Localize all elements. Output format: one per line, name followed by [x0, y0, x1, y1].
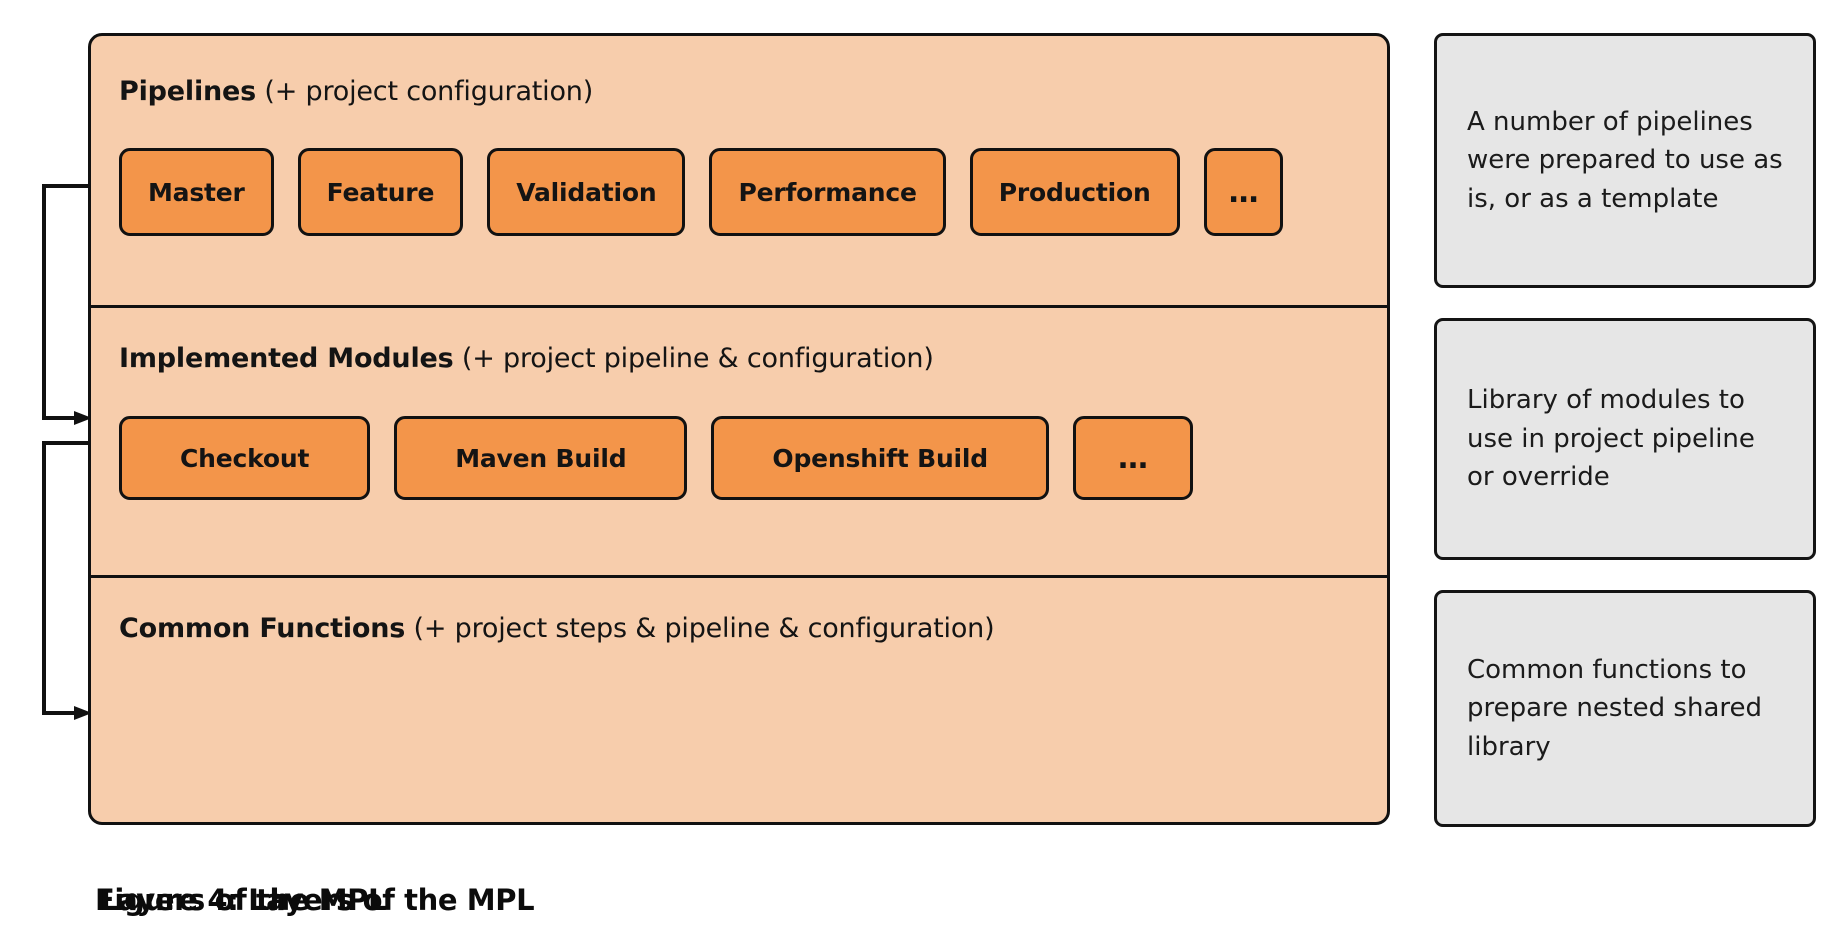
layer-common-subtitle: (+ project steps & pipeline & configurat…	[405, 613, 995, 644]
note-common-text: Common functions to prepare nested share…	[1467, 654, 1762, 762]
modules-chip-row: Checkout Maven Build Openshift Build …	[119, 416, 1193, 500]
layer-common-title: Common Functions	[119, 613, 406, 644]
note-modules: Library of modules to use in project pip…	[1434, 318, 1816, 560]
layer-pipelines: Pipelines (+ project configuration) Mast…	[91, 36, 1387, 305]
chip-validation[interactable]: Validation	[487, 148, 686, 236]
arrow-modules-to-common	[42, 441, 92, 720]
note-pipelines-text: A number of pipelines were prepared to u…	[1467, 106, 1783, 214]
layer-pipelines-subtitle: (+ project configuration)	[256, 76, 594, 107]
chip-maven-build[interactable]: Maven Build	[394, 416, 688, 500]
layer-pipelines-heading: Pipelines (+ project configuration)	[119, 76, 593, 107]
note-pipelines: A number of pipelines were prepared to u…	[1434, 33, 1816, 288]
arrow-pipelines-to-modules	[42, 184, 92, 425]
chip-production[interactable]: Production	[969, 148, 1180, 236]
chip-pipelines-more[interactable]: …	[1203, 148, 1284, 236]
chip-modules-more[interactable]: …	[1072, 416, 1193, 500]
chip-master[interactable]: Master	[119, 148, 274, 236]
layer-common-functions: Common Functions (+ project steps & pipe…	[91, 575, 1387, 822]
pipelines-chip-row: Master Feature Validation Performance Pr…	[119, 148, 1284, 236]
layer-modules-heading: Implemented Modules (+ project pipeline …	[119, 343, 934, 374]
note-modules-text: Library of modules to use in project pip…	[1467, 385, 1755, 493]
layer-pipelines-title: Pipelines	[119, 76, 256, 107]
layer-modules-title: Implemented Modules	[119, 343, 454, 374]
chip-performance[interactable]: Performance	[709, 148, 946, 236]
chip-checkout[interactable]: Checkout	[119, 416, 371, 500]
layer-implemented-modules: Implemented Modules (+ project pipeline …	[91, 305, 1387, 575]
layer-common-heading: Common Functions (+ project steps & pipe…	[119, 613, 995, 644]
figure-caption-alt: Layers of the MPL	[100, 883, 387, 917]
layer-modules-subtitle: (+ project pipeline & configuration)	[453, 343, 934, 374]
chip-feature[interactable]: Feature	[297, 148, 464, 236]
mpl-layer-stack: Pipelines (+ project configuration) Mast…	[88, 33, 1390, 825]
note-common: Common functions to prepare nested share…	[1434, 590, 1816, 827]
chip-openshift-build[interactable]: Openshift Build	[711, 416, 1049, 500]
